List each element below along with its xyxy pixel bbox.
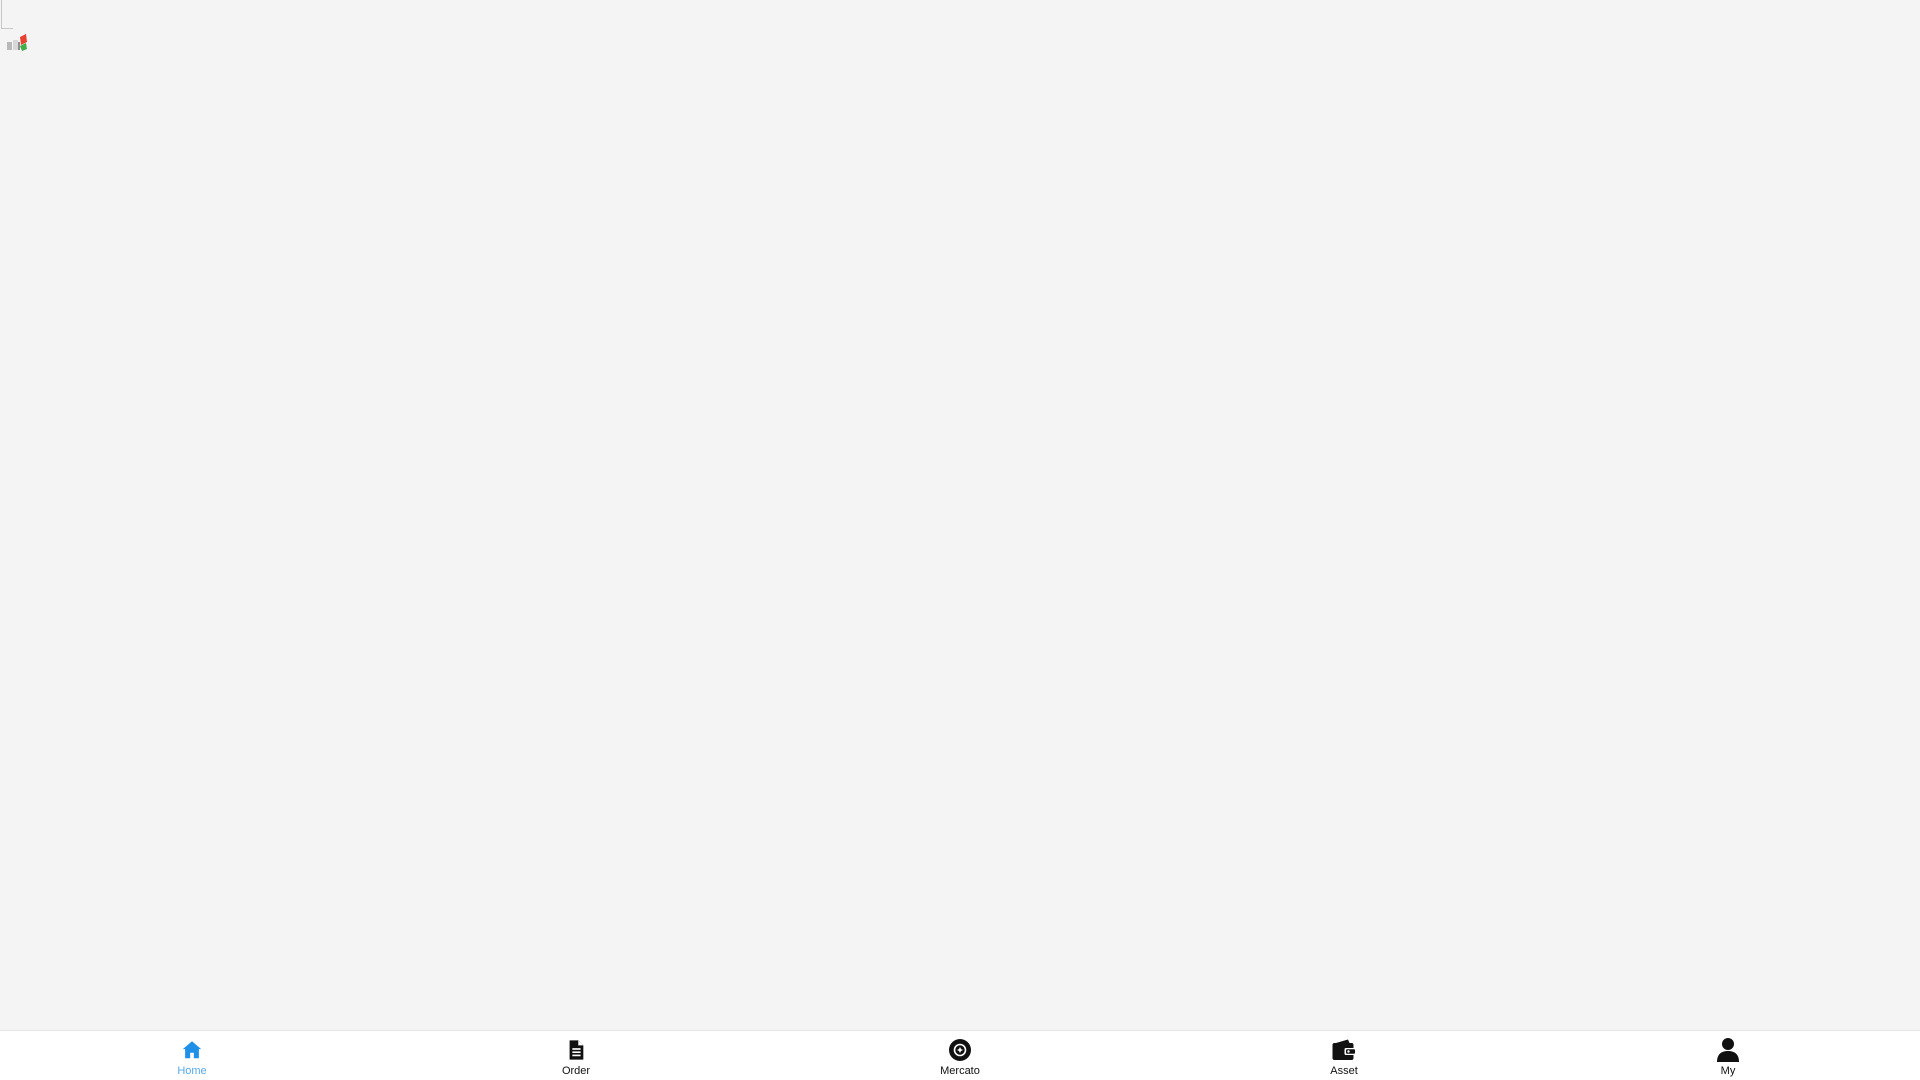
bottom-tab-bar: Home Order Mercato Asset My (0, 1030, 1920, 1080)
image-frame-bottom (1, 28, 13, 29)
tab-my-label: My (1720, 1065, 1736, 1077)
user-icon (1715, 1037, 1741, 1063)
tab-asset[interactable]: Asset (1152, 1031, 1536, 1080)
tab-asset-label: Asset (1330, 1065, 1358, 1077)
wallet-icon (1331, 1037, 1357, 1063)
broken-image-icon (7, 34, 27, 51)
market-icon (947, 1037, 973, 1063)
tab-home[interactable]: Home (0, 1031, 384, 1080)
tab-order-label: Order (561, 1065, 591, 1077)
tab-home-label: Home (177, 1065, 207, 1077)
tab-my[interactable]: My (1536, 1031, 1920, 1080)
main-content (0, 0, 1920, 1030)
tab-mercato-label: Mercato (940, 1065, 980, 1077)
app-root: Home Order Mercato Asset My (0, 0, 1920, 1080)
document-icon (563, 1037, 589, 1063)
tab-order[interactable]: Order (384, 1031, 768, 1080)
home-icon (179, 1037, 205, 1063)
broken-image (0, 0, 30, 56)
tab-mercato[interactable]: Mercato (768, 1031, 1152, 1080)
image-frame-left (1, 0, 2, 29)
